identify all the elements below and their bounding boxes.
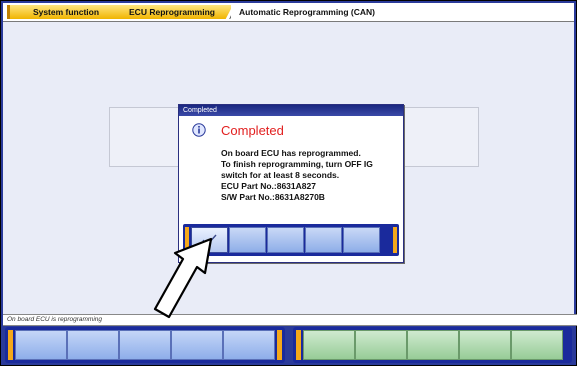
dialog-button-4[interactable] xyxy=(305,227,342,253)
function-bar-cap-left xyxy=(8,330,13,360)
breadcrumb-system-function[interactable]: System function xyxy=(7,5,122,19)
dialog-heading: Completed xyxy=(221,123,284,138)
function-bar-right xyxy=(293,327,572,363)
dialog-button-5[interactable] xyxy=(343,227,380,253)
function-key-8[interactable] xyxy=(407,330,459,360)
status-bar: On board ECU is reprogramming xyxy=(3,314,577,326)
dialog-message: On board ECU has reprogrammed. To finish… xyxy=(221,148,373,202)
function-key-1[interactable] xyxy=(15,330,67,360)
dialog-title: Completed xyxy=(179,105,403,116)
function-key-5[interactable] xyxy=(223,330,275,360)
app-window: System function ECU Reprogramming Automa… xyxy=(0,0,577,366)
info-icon xyxy=(192,123,206,137)
button-bar-cap-right xyxy=(393,227,397,253)
pointer-arrow-icon xyxy=(153,237,213,319)
function-key-2[interactable] xyxy=(67,330,119,360)
function-key-10[interactable] xyxy=(511,330,563,360)
main-area: Completed Completed On board ECU has rep… xyxy=(3,22,574,314)
breadcrumb: System function ECU Reprogramming Automa… xyxy=(3,3,574,22)
dialog-button-3[interactable] xyxy=(267,227,304,253)
function-key-7[interactable] xyxy=(355,330,407,360)
function-bar-cap-right-start xyxy=(296,330,301,360)
function-key-6[interactable] xyxy=(303,330,355,360)
function-key-4[interactable] xyxy=(171,330,223,360)
breadcrumb-ecu-reprogramming[interactable]: ECU Reprogramming xyxy=(111,5,233,19)
breadcrumb-current-page: Automatic Reprogramming (CAN) xyxy=(231,5,399,19)
function-bar-left xyxy=(5,327,285,363)
dialog-button-2[interactable] xyxy=(229,227,266,253)
function-key-9[interactable] xyxy=(459,330,511,360)
function-key-3[interactable] xyxy=(119,330,171,360)
function-bar-cap-mid xyxy=(277,330,282,360)
